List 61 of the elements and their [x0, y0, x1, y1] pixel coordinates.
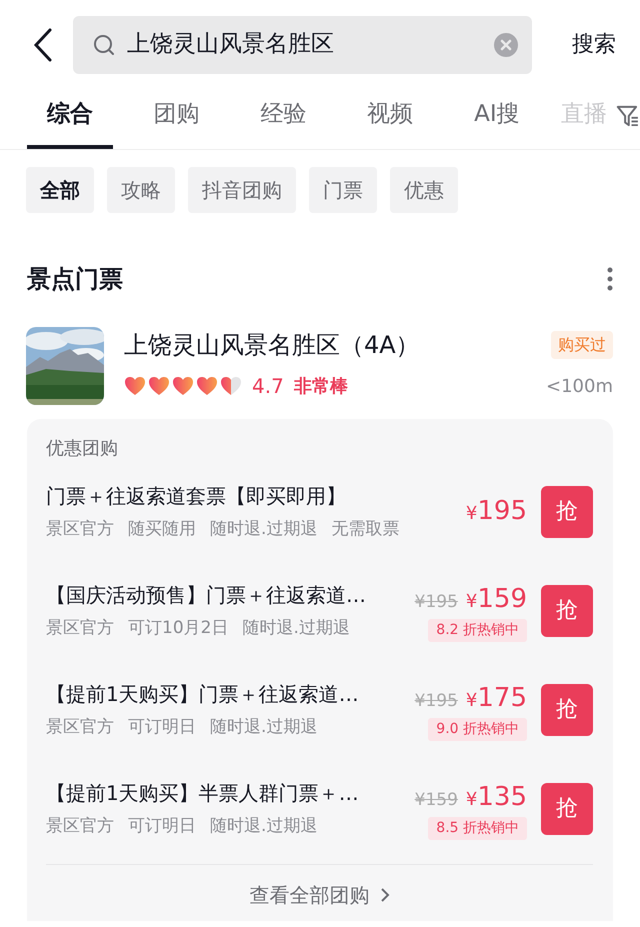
original-price: ¥159 [414, 788, 458, 812]
deal-tag: 随时退.过期退 [210, 714, 318, 740]
more-icon[interactable] [607, 267, 613, 291]
grab-button[interactable]: 抢 [541, 684, 593, 736]
filter-chip[interactable]: 攻略 [107, 167, 175, 213]
purchased-badge: 购买过 [551, 331, 613, 359]
search-field[interactable]: 上饶灵山风景名胜区 [73, 16, 532, 74]
filter-chip[interactable]: 全部 [26, 167, 94, 213]
deal-tag: 随时退.过期退 [210, 516, 318, 542]
deals-title: 优惠团购 [46, 437, 119, 461]
grab-button[interactable]: 抢 [541, 486, 593, 538]
heart-icon [172, 376, 194, 396]
rating-text: 非常棒 [294, 374, 348, 398]
deal-price: ¥159 [466, 582, 527, 616]
search-button[interactable]: 搜索 [572, 28, 616, 61]
distance-text: <100m [546, 374, 613, 398]
discount-tag: 8.2 折热销中 [428, 618, 527, 642]
filter-icon[interactable] [616, 103, 640, 129]
view-all-link[interactable]: 查看全部团购 [244, 879, 396, 911]
deal-tag: 可订明日 [128, 714, 196, 740]
back-icon[interactable] [33, 28, 53, 62]
deal-price: ¥195 [466, 495, 527, 528]
section-title: 景点门票 [27, 264, 123, 295]
grab-button[interactable]: 抢 [541, 584, 593, 636]
tab[interactable]: 经验 [240, 96, 326, 149]
deal-tag: 可订10月2日 [128, 616, 228, 642]
discount-tag: 9.0 折热销中 [428, 718, 527, 740]
deal-tag: 景区官方 [46, 814, 114, 840]
deal-tag: 景区官方 [46, 516, 114, 542]
original-price: ¥195 [414, 590, 458, 614]
deal-tag: 无需取票 [331, 516, 400, 542]
deal-tag: 随时退.过期退 [242, 616, 350, 642]
deal-title[interactable]: 【国庆活动预售】门票＋往返索道… [46, 580, 415, 610]
heart-icon [124, 376, 146, 396]
tab[interactable]: 视频 [347, 96, 434, 149]
deal-tag: 随时退.过期退 [210, 814, 318, 840]
tab[interactable]: 综合 [27, 96, 113, 149]
heart-icon [148, 376, 170, 396]
deal-tag: 景区官方 [46, 714, 114, 740]
filter-chip[interactable]: 优惠 [390, 167, 458, 213]
search-icon [93, 34, 115, 56]
deal-tag: 景区官方 [46, 616, 114, 642]
chevron-icon [380, 887, 390, 903]
tab[interactable]: AI搜 [454, 96, 540, 149]
original-price: ¥195 [414, 690, 458, 712]
tab[interactable]: 团购 [134, 96, 220, 149]
attraction-name[interactable]: 上饶灵山风景名胜区（4A） [124, 327, 420, 363]
deal-title[interactable]: 【提前1天购买】门票＋往返索道… [46, 678, 415, 709]
filter-chip[interactable]: 抖音团购 [188, 167, 296, 213]
filter-chip[interactable]: 门票 [309, 167, 377, 213]
deal-price: ¥175 [466, 682, 527, 714]
deal-title[interactable]: 【提前1天购买】半票人群门票＋… [46, 778, 415, 808]
heart-icon [196, 376, 218, 396]
deal-tag: 可订明日 [128, 814, 196, 840]
deal-title[interactable]: 门票＋往返索道套票【即买即用】 [46, 480, 466, 511]
heart-icon [220, 376, 242, 396]
grab-button[interactable]: 抢 [541, 782, 593, 834]
rating-score: 4.7 [252, 373, 284, 400]
deal-price: ¥135 [466, 780, 527, 814]
discount-tag: 8.5 折热销中 [428, 816, 527, 840]
deal-tag: 随买随用 [128, 516, 196, 542]
